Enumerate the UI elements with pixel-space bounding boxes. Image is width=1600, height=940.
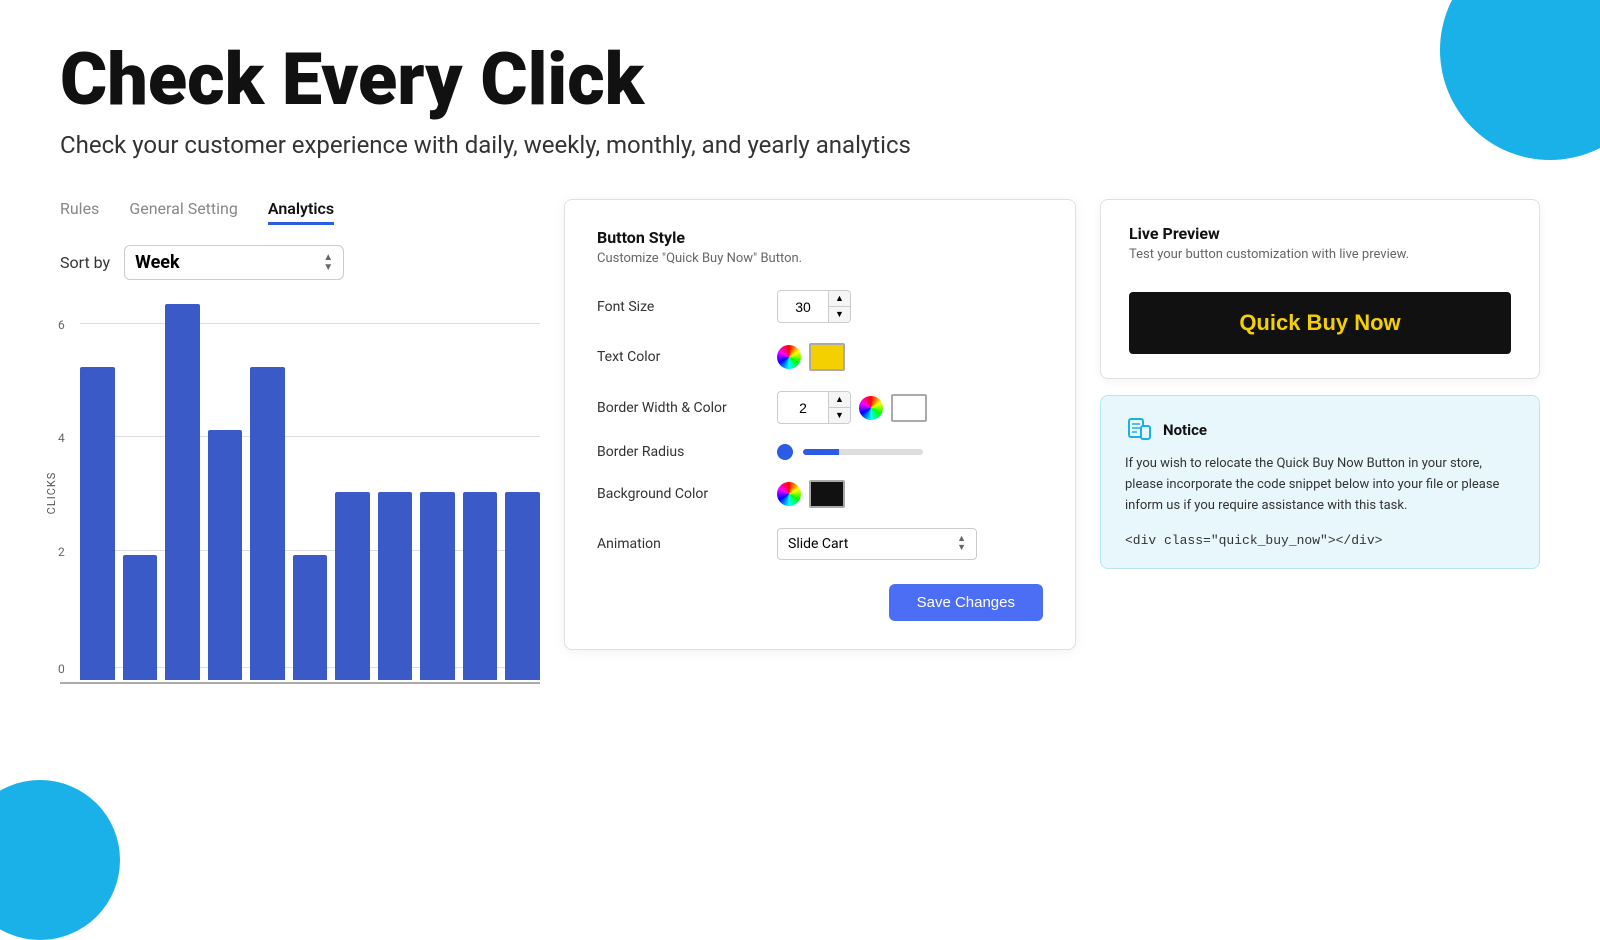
notice-icon xyxy=(1125,416,1153,444)
live-preview-desc: Test your button customization with live… xyxy=(1129,247,1511,262)
bg-color-swatch[interactable] xyxy=(809,480,845,508)
button-style-desc: Customize "Quick Buy Now" Button. xyxy=(597,251,1043,266)
border-down[interactable]: ▼ xyxy=(829,408,850,423)
font-size-label: Font Size xyxy=(597,299,757,315)
notice-text: If you wish to relocate the Quick Buy No… xyxy=(1125,454,1515,516)
notice-header: Notice xyxy=(1125,416,1515,444)
border-label: Border Width & Color xyxy=(597,400,757,416)
chart-bar-6 xyxy=(335,492,370,680)
y-tick-0: 0 xyxy=(58,662,65,676)
chart-bar-9 xyxy=(463,492,498,680)
page-title: Check Every Click xyxy=(60,40,1540,119)
animation-label: Animation xyxy=(597,536,757,552)
notice-box: Notice If you wish to relocate the Quick… xyxy=(1100,395,1540,568)
animation-arrows: ▲ ▼ xyxy=(957,535,966,553)
color-picker-icon[interactable] xyxy=(777,345,801,369)
sort-arrows: ▲ ▼ xyxy=(323,253,333,273)
bg-color-label: Background Color xyxy=(597,486,757,502)
chart-bar-1 xyxy=(123,555,158,680)
animation-row: Animation Slide Cart ▲ ▼ xyxy=(597,528,1043,560)
border-control: ▲ ▼ xyxy=(777,391,927,424)
border-width-value[interactable] xyxy=(778,394,828,422)
chart-bar-0 xyxy=(80,367,115,680)
y-tick-2: 2 xyxy=(58,545,65,559)
font-size-row: Font Size ▲ ▼ xyxy=(597,290,1043,323)
font-size-down[interactable]: ▼ xyxy=(829,307,850,322)
border-radius-slider[interactable] xyxy=(777,444,923,460)
live-preview-box: Live Preview Test your button customizat… xyxy=(1100,199,1540,379)
quick-buy-now-preview-button[interactable]: Quick Buy Now xyxy=(1129,292,1511,354)
chart-bar-8 xyxy=(420,492,455,680)
tab-rules[interactable]: Rules xyxy=(60,199,99,225)
tabs-row: Rules General Setting Analytics xyxy=(60,199,540,225)
bg-color-picker-icon[interactable] xyxy=(777,482,801,506)
bg-color-control xyxy=(777,480,845,508)
chart-bar-2 xyxy=(165,304,200,680)
border-color-swatch[interactable] xyxy=(891,394,927,422)
notice-title: Notice xyxy=(1163,421,1207,439)
tab-analytics[interactable]: Analytics xyxy=(268,199,334,225)
bg-color-row: Background Color xyxy=(597,480,1043,508)
border-up[interactable]: ▲ xyxy=(829,392,850,408)
font-size-value[interactable] xyxy=(778,293,828,321)
button-style-panel: Button Style Customize "Quick Buy Now" B… xyxy=(564,199,1076,650)
sort-row: Sort by Week ▲ ▼ xyxy=(60,245,540,280)
chart-bar-5 xyxy=(293,555,328,680)
y-tick-6: 6 xyxy=(58,318,65,332)
font-size-arrows: ▲ ▼ xyxy=(828,291,850,322)
sort-label: Sort by xyxy=(60,253,110,272)
bg-circle-bottom-left xyxy=(0,780,120,940)
chart-bar-10 xyxy=(505,492,540,680)
slider-track xyxy=(803,449,923,455)
font-size-input[interactable]: ▲ ▼ xyxy=(777,290,851,323)
font-size-up[interactable]: ▲ xyxy=(829,291,850,307)
analytics-panel: Rules General Setting Analytics Sort by … xyxy=(60,199,540,684)
bars-container xyxy=(80,304,540,682)
border-width-arrows: ▲ ▼ xyxy=(828,392,850,423)
border-radius-control xyxy=(777,444,923,460)
chart-bar-4 xyxy=(250,367,285,680)
border-radius-row: Border Radius xyxy=(597,444,1043,460)
slider-thumb[interactable] xyxy=(777,444,793,460)
save-row: Save Changes xyxy=(597,584,1043,621)
text-color-swatch[interactable] xyxy=(809,343,845,371)
animation-select[interactable]: Slide Cart ▲ ▼ xyxy=(777,528,977,560)
y-tick-4: 4 xyxy=(58,431,65,445)
border-row: Border Width & Color ▲ ▼ xyxy=(597,391,1043,424)
page-subtitle: Check your customer experience with dail… xyxy=(60,131,1540,159)
chart-y-label: CLICKS xyxy=(45,472,58,515)
border-color-picker-icon[interactable] xyxy=(859,396,883,420)
save-changes-button[interactable]: Save Changes xyxy=(889,584,1043,621)
animation-value: Slide Cart xyxy=(788,536,949,552)
live-preview-title: Live Preview xyxy=(1129,224,1511,243)
chart-bar-7 xyxy=(378,492,413,680)
chart-bar-3 xyxy=(208,430,243,681)
right-panel: Live Preview Test your button customizat… xyxy=(1100,199,1540,568)
sort-value: Week xyxy=(135,252,315,273)
tab-general-setting[interactable]: General Setting xyxy=(129,199,238,225)
animation-control: Slide Cart ▲ ▼ xyxy=(777,528,977,560)
border-radius-label: Border Radius xyxy=(597,444,757,460)
sort-select[interactable]: Week ▲ ▼ xyxy=(124,245,344,280)
chart-area: CLICKS 6 4 2 0 xyxy=(60,304,540,684)
button-style-title: Button Style xyxy=(597,228,1043,247)
notice-code: <div class="quick_buy_now"></div> xyxy=(1125,533,1382,548)
font-size-control: ▲ ▼ xyxy=(777,290,851,323)
border-width-input[interactable]: ▲ ▼ xyxy=(777,391,851,424)
text-color-row: Text Color xyxy=(597,343,1043,371)
text-color-label: Text Color xyxy=(597,349,757,365)
text-color-control xyxy=(777,343,845,371)
